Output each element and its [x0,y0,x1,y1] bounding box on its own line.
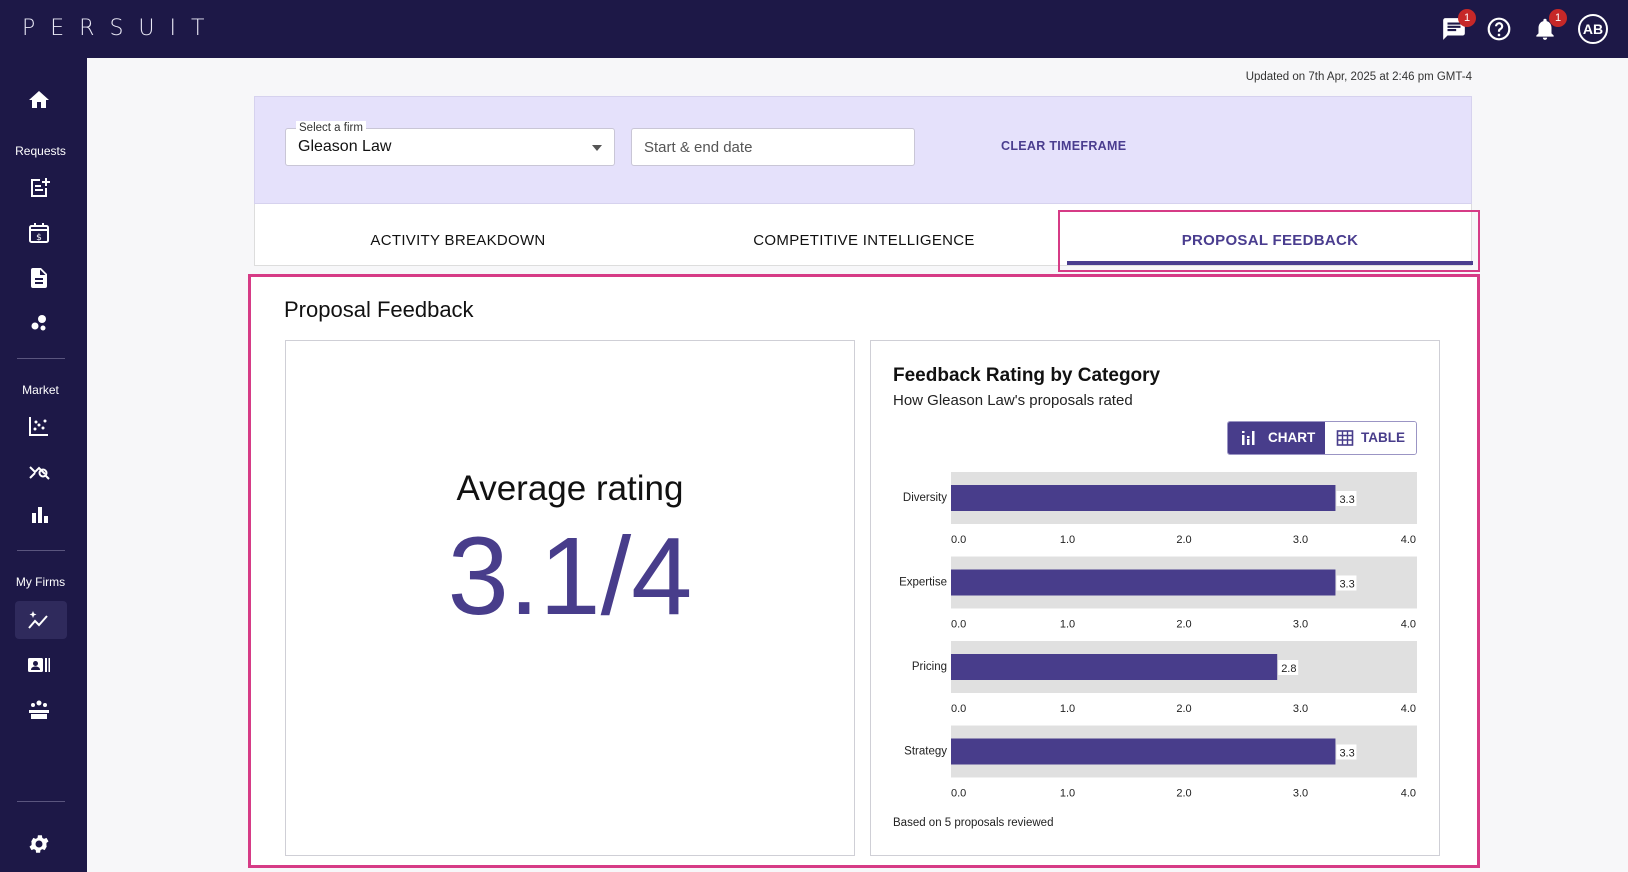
x-tick-label: 3.0 [1293,703,1308,715]
sidebar-divider [17,358,65,359]
sidebar-section-requests: Requests [15,144,66,158]
tab-activity-breakdown[interactable]: ACTIVITY BREAKDOWN [255,204,661,266]
sidebar-divider [17,550,65,551]
notifications-icon[interactable]: 1 [1532,9,1567,42]
panel-title: Proposal Feedback [284,297,474,322]
sidebar-section-my-firms: My Firms [15,575,66,589]
x-tick-label: 3.0 [1293,534,1308,546]
x-tick-label: 2.0 [1176,534,1191,546]
chart-subtitle: How Gleason Law's proposals rated [893,392,1133,409]
x-tick-label: 4.0 [1401,534,1416,546]
table-icon [1336,430,1354,446]
new-request-icon[interactable] [27,176,53,202]
x-tick-label: 2.0 [1176,788,1191,800]
firm-select-label: Select a firm [296,121,366,135]
avatar[interactable]: AB [1578,14,1608,44]
date-range-input[interactable]: Start & end date [631,128,915,166]
chart-table-toggle: CHART TABLE [1227,421,1417,455]
x-tick-label: 3.0 [1293,788,1308,800]
x-tick-label: 1.0 [1060,788,1075,800]
svg-text:$: $ [36,233,42,243]
firm-select[interactable]: Select a firm Gleason Law [285,121,615,166]
sidebar-section-market: Market [22,383,59,397]
x-tick-label: 4.0 [1401,619,1416,631]
calendar-dollar-icon[interactable]: $ [27,221,53,247]
bar-diversity [951,485,1336,511]
sidebar: Requests $ Market My Firms [0,58,87,872]
bar-expertise [951,569,1336,596]
table-view-label: TABLE [1361,430,1405,445]
chart-view-label: CHART [1268,430,1316,445]
bar-value-label: 3.3 [1339,494,1354,506]
x-tick-label: 2.0 [1176,619,1191,631]
bar-pricing [951,654,1278,680]
x-tick-label: 2.0 [1176,703,1191,715]
x-tick-label: 0.0 [951,703,966,715]
chart-view-button[interactable]: CHART [1228,422,1325,454]
sidebar-divider [17,801,65,802]
team-icon[interactable] [27,698,53,724]
x-tick-label: 4.0 [1401,788,1416,800]
category-label: Strategy [904,746,947,758]
feedback-chart-card: 3.3 Diversity 0.0 1.0 2.0 3.0 4.0 3.3 Expertise 0… [870,340,1440,856]
bar-value-label: 2.8 [1281,663,1296,675]
top-bar: PERSUIT 1 1 AB [0,0,1628,58]
updated-timestamp: Updated on 7th Apr, 2025 at 2:46 pm GMT-… [1245,71,1472,83]
x-tick-label: 0.0 [951,619,966,631]
scatter-chart-icon[interactable] [27,414,53,440]
chevron-down-icon[interactable] [592,145,602,151]
bar-value-label: 3.3 [1339,579,1354,591]
x-tick-label: 0.0 [951,534,966,546]
home-icon[interactable] [27,88,53,114]
x-tick-label: 4.0 [1401,703,1416,715]
clear-timeframe-button[interactable]: CLEAR TIMEFRAME [1001,139,1126,153]
bar-strategy [951,738,1336,765]
x-tick-label: 0.0 [951,788,966,800]
x-tick-label: 1.0 [1060,534,1075,546]
feedback-bar-chart: 3.3 Diversity 0.0 1.0 2.0 3.0 4.0 3.3 Expertise 0… [899,472,1417,800]
bar-value-label: 3.3 [1339,748,1354,760]
persuit-logo[interactable]: PERSUIT [22,16,219,41]
chart-title: Feedback Rating by Category [893,365,1161,386]
date-range-placeholder: Start & end date [644,139,753,156]
average-rating-card: Average rating 3.1/4 [285,340,855,856]
chart-footnote: Based on 5 proposals reviewed [893,817,1054,829]
document-icon[interactable] [27,266,53,292]
category-label: Pricing [912,661,947,673]
bar-chart-icon[interactable] [27,503,53,529]
x-tick-label: 3.0 [1293,619,1308,631]
firm-select-value: Gleason Law [298,138,392,155]
messages-badge: 1 [1458,9,1476,27]
tab-highlight-frame [1058,210,1480,272]
messages-icon[interactable]: 1 [1441,9,1476,42]
notifications-badge: 1 [1549,9,1567,27]
x-tick-label: 1.0 [1060,619,1075,631]
contact-card-icon[interactable] [27,653,53,679]
x-tick-label: 1.0 [1060,703,1075,715]
settings-icon[interactable] [27,832,53,858]
average-rating-value: 3.1/4 [447,515,693,638]
tab-competitive-intelligence[interactable]: COMPETITIVE INTELLIGENCE [661,204,1067,266]
network-icon[interactable] [27,310,53,336]
bar-chart-icon [1242,431,1255,445]
help-icon[interactable] [1486,16,1512,42]
category-label: Expertise [899,577,947,589]
analytics-search-icon[interactable] [27,458,53,484]
average-rating-label: Average rating [456,469,684,508]
table-view-button[interactable]: TABLE [1325,422,1416,454]
filter-bar: Select a firm Gleason Law Start & end da… [254,96,1472,204]
firm-trends-icon[interactable] [27,608,53,634]
category-label: Diversity [903,492,947,504]
